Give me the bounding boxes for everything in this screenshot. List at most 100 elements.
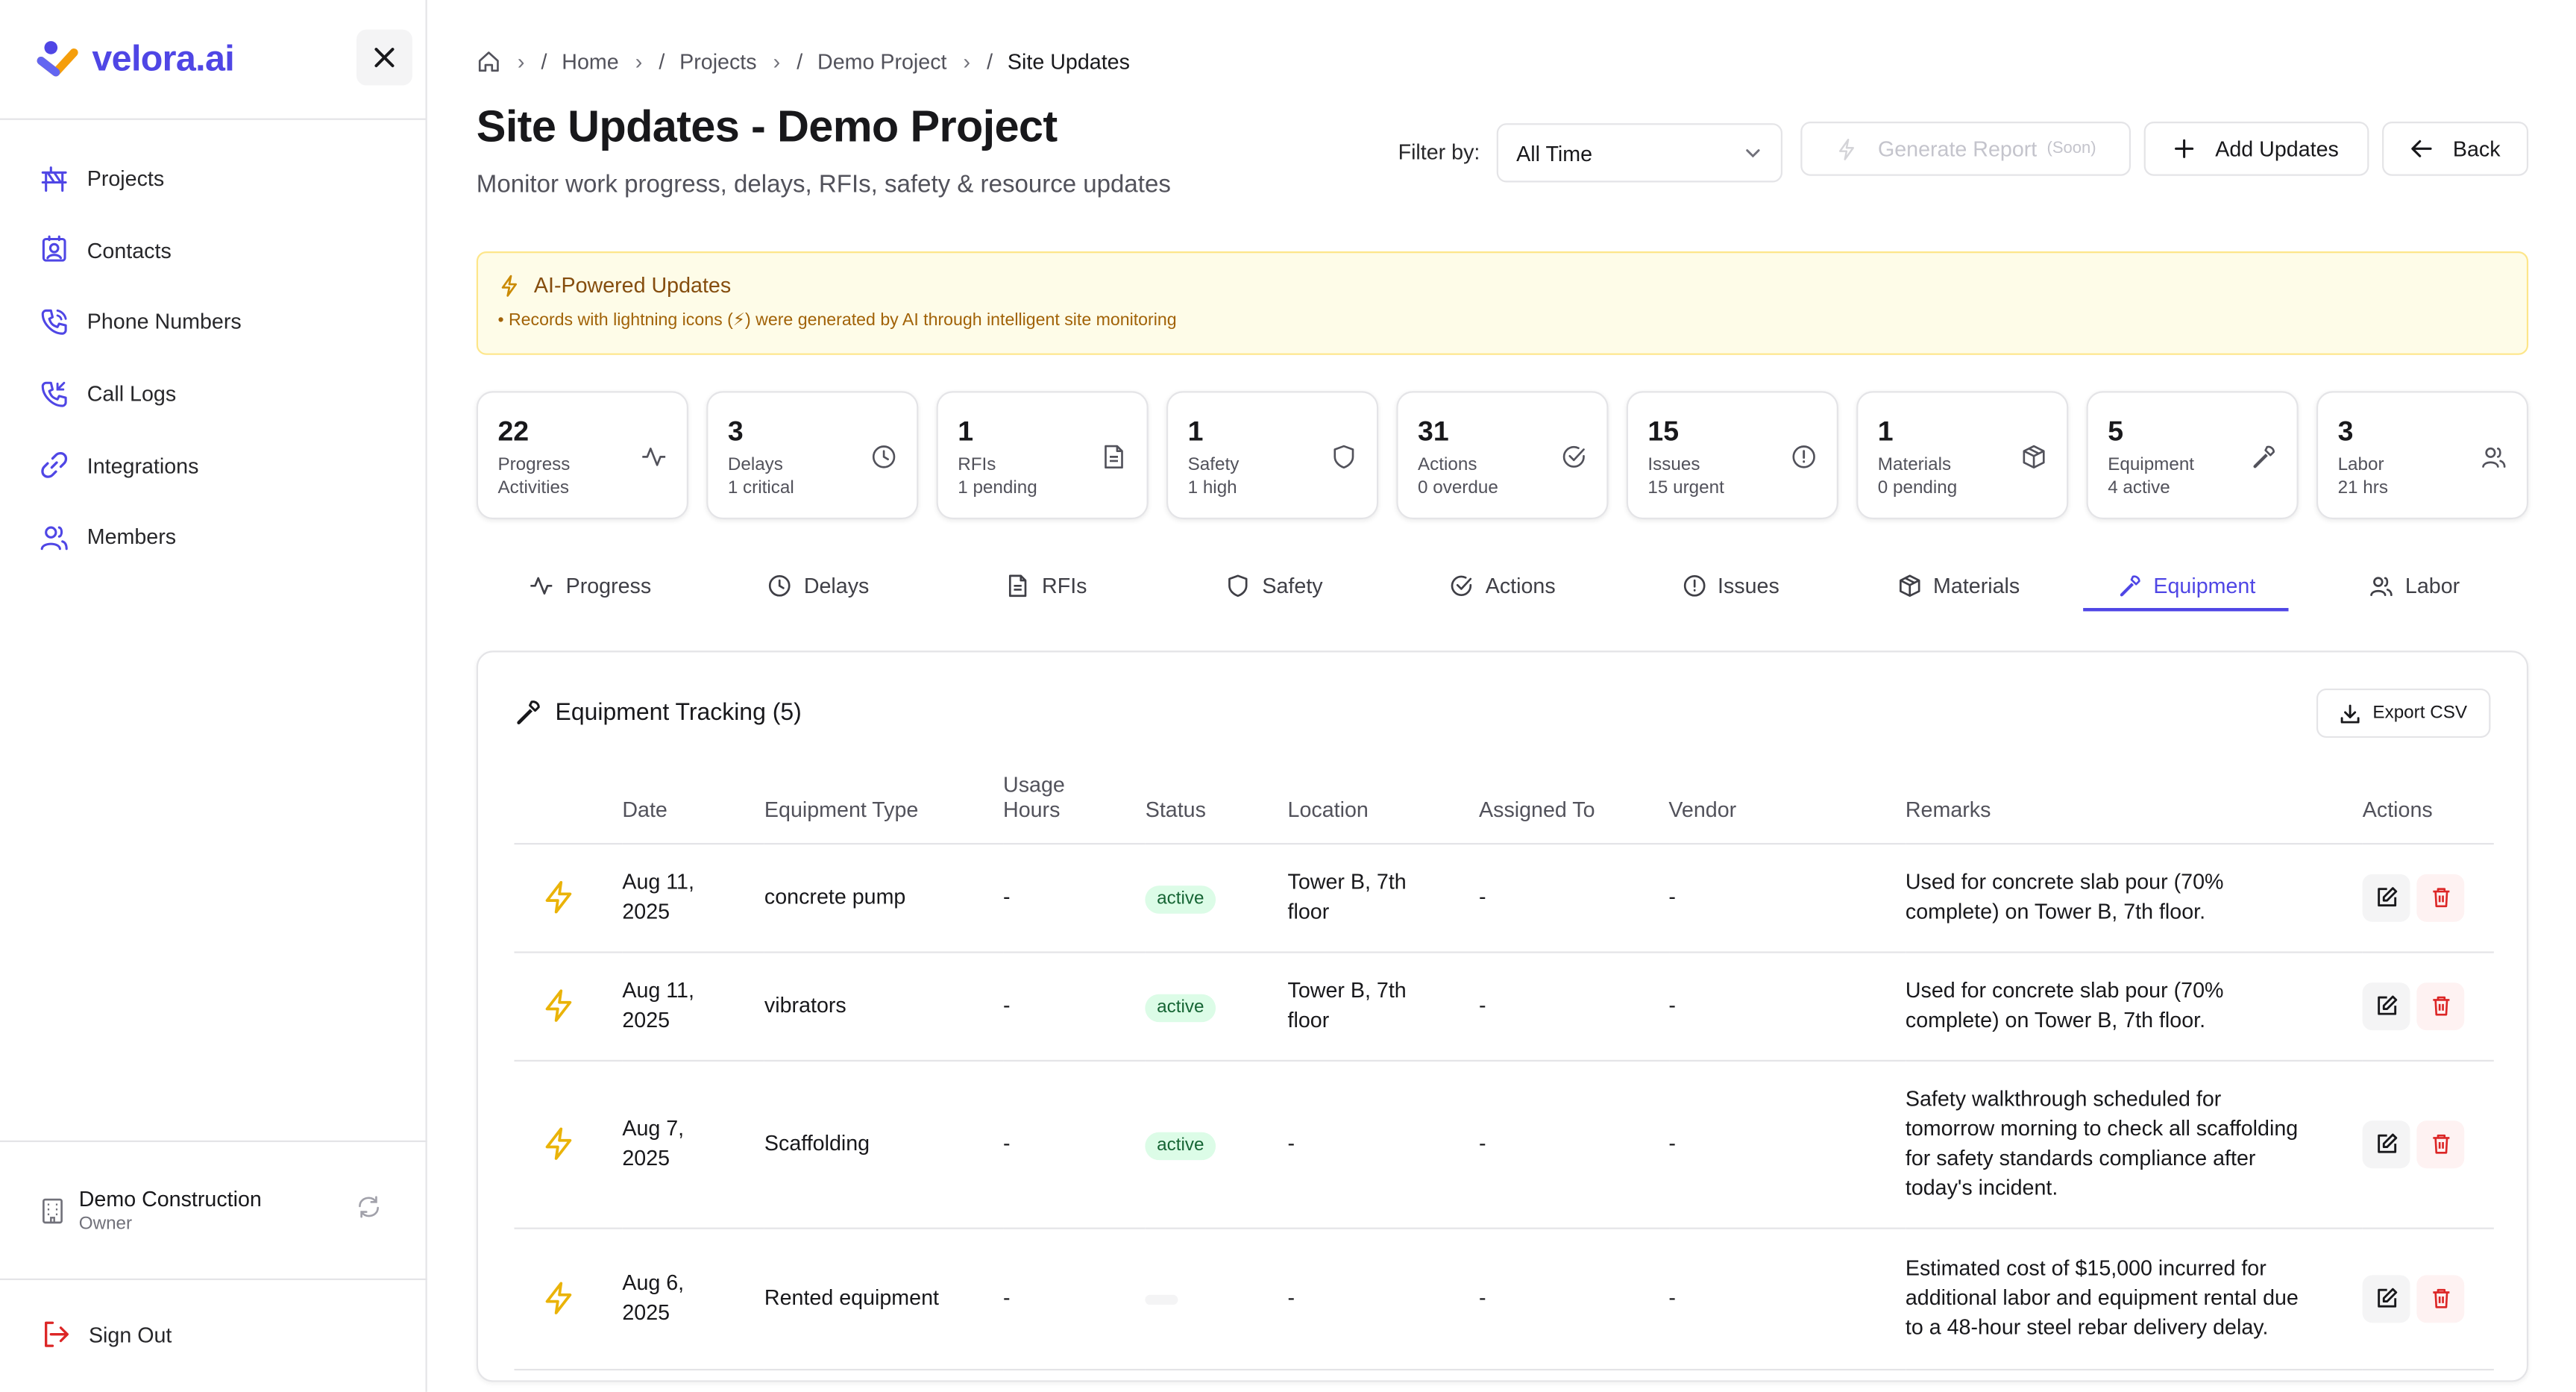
tab-label: Labor xyxy=(2404,572,2460,598)
export-csv-button[interactable]: Export CSV xyxy=(2316,688,2491,739)
tab-rfis[interactable]: RFIs xyxy=(932,559,1160,611)
organization-name: Demo Construction xyxy=(78,1186,262,1211)
wrench-icon xyxy=(517,700,540,724)
breadcrumb-home[interactable]: Home xyxy=(562,49,618,74)
stat-sub: Activities xyxy=(497,478,570,498)
table-row[interactable]: Aug 11, 2025 vibrators - active Tower B, … xyxy=(514,951,2494,1061)
tab-delays[interactable]: Delays xyxy=(705,559,933,611)
trash-icon xyxy=(2432,1288,2449,1308)
col-date[interactable]: Date xyxy=(622,771,764,844)
edit-button[interactable] xyxy=(2362,1274,2410,1323)
assigned-to-cell: - xyxy=(1479,951,1669,1061)
date-line1: Aug 11, xyxy=(622,977,694,1003)
lightning-icon xyxy=(545,989,572,1022)
tab-labor[interactable]: Labor xyxy=(2300,559,2528,611)
check-circle-icon xyxy=(1562,445,1585,468)
delete-button[interactable] xyxy=(2416,873,2465,921)
usage-hours-cell: - xyxy=(1003,1059,1146,1229)
stat-card-delays[interactable]: 3 Delays 1 critical xyxy=(706,391,919,520)
tab-label: RFIs xyxy=(1042,572,1087,598)
link-icon xyxy=(41,452,68,479)
col-usage-hours-line2: Hours xyxy=(1003,796,1061,821)
breadcrumb-separator: / xyxy=(797,49,803,75)
ai-banner-description: • Records with lightning icons (⚡) were … xyxy=(497,310,1177,330)
location-cell: Tower B, 7th floor xyxy=(1287,843,1480,953)
time-filter-select[interactable]: All Time xyxy=(1496,123,1783,183)
tab-issues[interactable]: Issues xyxy=(1616,559,1844,611)
tab-progress[interactable]: Progress xyxy=(477,559,705,611)
trash-icon xyxy=(2432,888,2449,908)
status-badge xyxy=(1145,1294,1178,1305)
sidebar-item-projects[interactable]: Projects xyxy=(0,143,426,215)
lightning-icon xyxy=(501,274,518,296)
back-button[interactable]: Back xyxy=(2382,122,2529,176)
activity-icon xyxy=(642,448,666,466)
col-vendor[interactable]: Vendor xyxy=(1668,771,1906,844)
tab-label: Materials xyxy=(1933,572,2020,598)
col-equipment-type[interactable]: Equipment Type xyxy=(764,771,1004,844)
edit-button[interactable] xyxy=(2362,1120,2410,1168)
assigned-to-cell: - xyxy=(1479,843,1669,953)
delete-button[interactable] xyxy=(2416,1274,2465,1323)
stat-card-issues[interactable]: 15 Issues 15 urgent xyxy=(1626,391,1838,520)
organization-switcher[interactable]: Demo Construction Owner xyxy=(0,1140,427,1280)
sidebar-item-phone-numbers[interactable]: Phone Numbers xyxy=(0,286,426,358)
sidebar-item-members[interactable]: Members xyxy=(0,501,426,573)
col-status[interactable]: Status xyxy=(1145,771,1288,844)
clock-icon xyxy=(769,574,791,596)
lightning-icon xyxy=(545,1282,572,1314)
close-sidebar-button[interactable] xyxy=(356,29,412,86)
stat-card-materials[interactable]: 1 Materials 0 pending xyxy=(1856,391,2069,520)
usage-hours-cell: - xyxy=(1003,951,1146,1061)
edit-button[interactable] xyxy=(2362,982,2410,1030)
table-row[interactable]: Aug 6, 2025 Rented equipment - - - - Esti… xyxy=(514,1227,2494,1370)
remarks-line: complete) on Tower B, 7th floor. xyxy=(1905,1007,2206,1032)
stat-sub: 0 overdue xyxy=(1418,478,1498,498)
delete-button[interactable] xyxy=(2416,982,2465,1030)
organization-role: Owner xyxy=(78,1214,133,1235)
sidebar-item-contacts[interactable]: Contacts xyxy=(0,215,426,286)
breadcrumb-separator: / xyxy=(659,49,665,75)
edit-button[interactable] xyxy=(2362,873,2410,921)
tab-label: Equipment xyxy=(2153,572,2256,598)
stat-card-actions[interactable]: 31 Actions 0 overdue xyxy=(1396,391,1609,520)
status-badge: active xyxy=(1145,993,1216,1022)
stat-card-progress[interactable]: 22 Progress Activities xyxy=(476,391,688,520)
col-location[interactable]: Location xyxy=(1287,771,1480,844)
stat-sub: 0 pending xyxy=(1877,478,1958,498)
stat-card-equipment[interactable]: 5 Equipment 4 active xyxy=(2086,391,2299,520)
sign-out-button[interactable]: Sign Out xyxy=(41,1320,172,1349)
lightning-icon xyxy=(1839,137,1855,160)
tab-safety[interactable]: Safety xyxy=(1160,559,1389,611)
tab-equipment[interactable]: Equipment xyxy=(2073,559,2301,612)
tab-materials[interactable]: Materials xyxy=(1844,559,2073,611)
breadcrumb-projects[interactable]: Projects xyxy=(679,49,756,74)
remarks-line: Estimated cost of $15,000 incurred for xyxy=(1905,1255,2266,1280)
usage-hours-cell: - xyxy=(1003,843,1146,953)
stat-card-labor[interactable]: 3 Labor 21 hrs xyxy=(2316,391,2529,520)
col-assigned-to[interactable]: Assigned To xyxy=(1479,771,1669,844)
sidebar-item-integrations[interactable]: Integrations xyxy=(0,430,426,501)
add-updates-button[interactable]: Add Updates xyxy=(2143,122,2369,176)
status-cell: active xyxy=(1145,843,1288,953)
sidebar-item-label: Contacts xyxy=(87,238,172,263)
tab-actions[interactable]: Actions xyxy=(1389,559,1617,611)
stat-card-rfis[interactable]: 1 RFIs 1 pending xyxy=(936,391,1149,520)
col-remarks[interactable]: Remarks xyxy=(1905,771,2363,844)
shield-icon xyxy=(1228,574,1248,596)
generate-report-button[interactable]: Generate Report (Soon) xyxy=(1800,122,2132,176)
sidebar-item-call-logs[interactable]: Call Logs xyxy=(0,358,426,430)
vendor-cell: - xyxy=(1668,843,1906,953)
stat-card-safety[interactable]: 1 Safety 1 high xyxy=(1166,391,1379,520)
switch-organization-button[interactable] xyxy=(356,1194,381,1219)
equipment-tracking-card: Equipment Tracking (5) Export CSV Date E… xyxy=(476,650,2529,1382)
table-row[interactable]: Aug 11, 2025 concrete pump - active Tower… xyxy=(514,843,2494,953)
breadcrumb-demo-project[interactable]: Demo Project xyxy=(817,49,946,74)
col-usage-hours[interactable]: Usage Hours xyxy=(1003,771,1146,844)
brand-name[interactable]: velora.ai xyxy=(92,38,234,81)
alert-circle-icon xyxy=(1683,574,1705,596)
table-row[interactable]: Aug 7, 2025 Scaffolding - active - - - Sa… xyxy=(514,1059,2494,1229)
home-icon[interactable] xyxy=(477,49,501,74)
remarks-line: Used for concrete slab pour (70% xyxy=(1905,977,2224,1003)
delete-button[interactable] xyxy=(2416,1120,2465,1168)
